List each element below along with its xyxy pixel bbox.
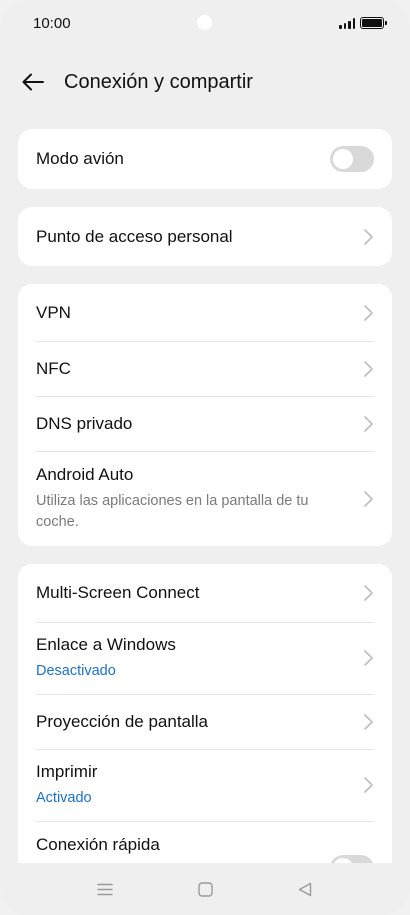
print-row[interactable]: Imprimir Activado	[18, 749, 392, 821]
private-dns-row[interactable]: DNS privado	[18, 396, 392, 451]
link-to-windows-row[interactable]: Enlace a Windows Desactivado	[18, 622, 392, 694]
row-label: DNS privado	[36, 413, 133, 433]
chevron-right-icon	[362, 649, 374, 667]
row-label: Multi-Screen Connect	[36, 583, 200, 602]
row-label: Proyección de pantalla	[36, 711, 209, 731]
signal-icon	[339, 17, 355, 29]
back-arrow-icon[interactable]	[20, 69, 46, 95]
android-auto-row[interactable]: Android Auto Utiliza las aplicaciones en…	[18, 451, 392, 546]
chevron-right-icon	[362, 228, 374, 246]
hotspot-row[interactable]: Punto de acceso personal	[18, 207, 392, 266]
chevron-right-icon	[362, 415, 374, 433]
chevron-right-icon	[362, 360, 374, 378]
phone-screen: 10:00 Conexión y compartir Modo avión Pu…	[0, 0, 410, 915]
row-label: Punto de acceso personal	[36, 226, 233, 246]
settings-group-connect: Multi-Screen Connect Enlace a Windows De…	[18, 564, 392, 894]
chevron-right-icon	[362, 776, 374, 794]
multi-screen-connect-row[interactable]: Multi-Screen Connect	[18, 564, 392, 622]
row-label: Enlace a Windows	[36, 634, 176, 654]
status-icons	[339, 17, 387, 29]
screen-projection-row[interactable]: Proyección de pantalla	[18, 694, 392, 749]
airplane-mode-row[interactable]: Modo avión	[18, 129, 392, 189]
menu-icon[interactable]	[95, 879, 115, 899]
settings-group-network: VPN NFC DNS privado Android Auto Utiliza…	[18, 284, 392, 546]
row-description: Utiliza las aplicaciones en la pantalla …	[36, 492, 309, 530]
battery-icon	[360, 17, 387, 29]
row-label: Android Auto	[36, 464, 134, 484]
chevron-right-icon	[362, 304, 374, 322]
status-time: 10:00	[33, 14, 71, 32]
vpn-row[interactable]: VPN	[18, 284, 392, 341]
nfc-row[interactable]: NFC	[18, 341, 392, 396]
row-label: Imprimir	[36, 761, 98, 781]
settings-group-hotspot: Punto de acceso personal	[18, 207, 392, 266]
chevron-right-icon	[362, 584, 374, 602]
chevron-right-icon	[362, 490, 374, 508]
row-label: Conexión rápida	[36, 835, 160, 854]
system-nav-bar	[0, 863, 410, 915]
row-label: Modo avión	[36, 149, 124, 168]
row-status: Activado	[36, 789, 92, 806]
row-status: Desactivado	[36, 662, 116, 679]
row-label: VPN	[36, 302, 71, 322]
page-title: Conexión y compartir	[64, 70, 253, 93]
status-bar: 10:00	[0, 0, 410, 46]
camera-cutout	[197, 15, 212, 30]
back-triangle-icon[interactable]	[295, 879, 315, 899]
app-header: Conexión y compartir	[0, 62, 410, 102]
airplane-mode-toggle[interactable]	[330, 146, 374, 172]
home-square-icon[interactable]	[195, 879, 215, 899]
row-label: NFC	[36, 358, 71, 378]
settings-group-airplane: Modo avión	[18, 129, 392, 189]
chevron-right-icon	[362, 713, 374, 731]
